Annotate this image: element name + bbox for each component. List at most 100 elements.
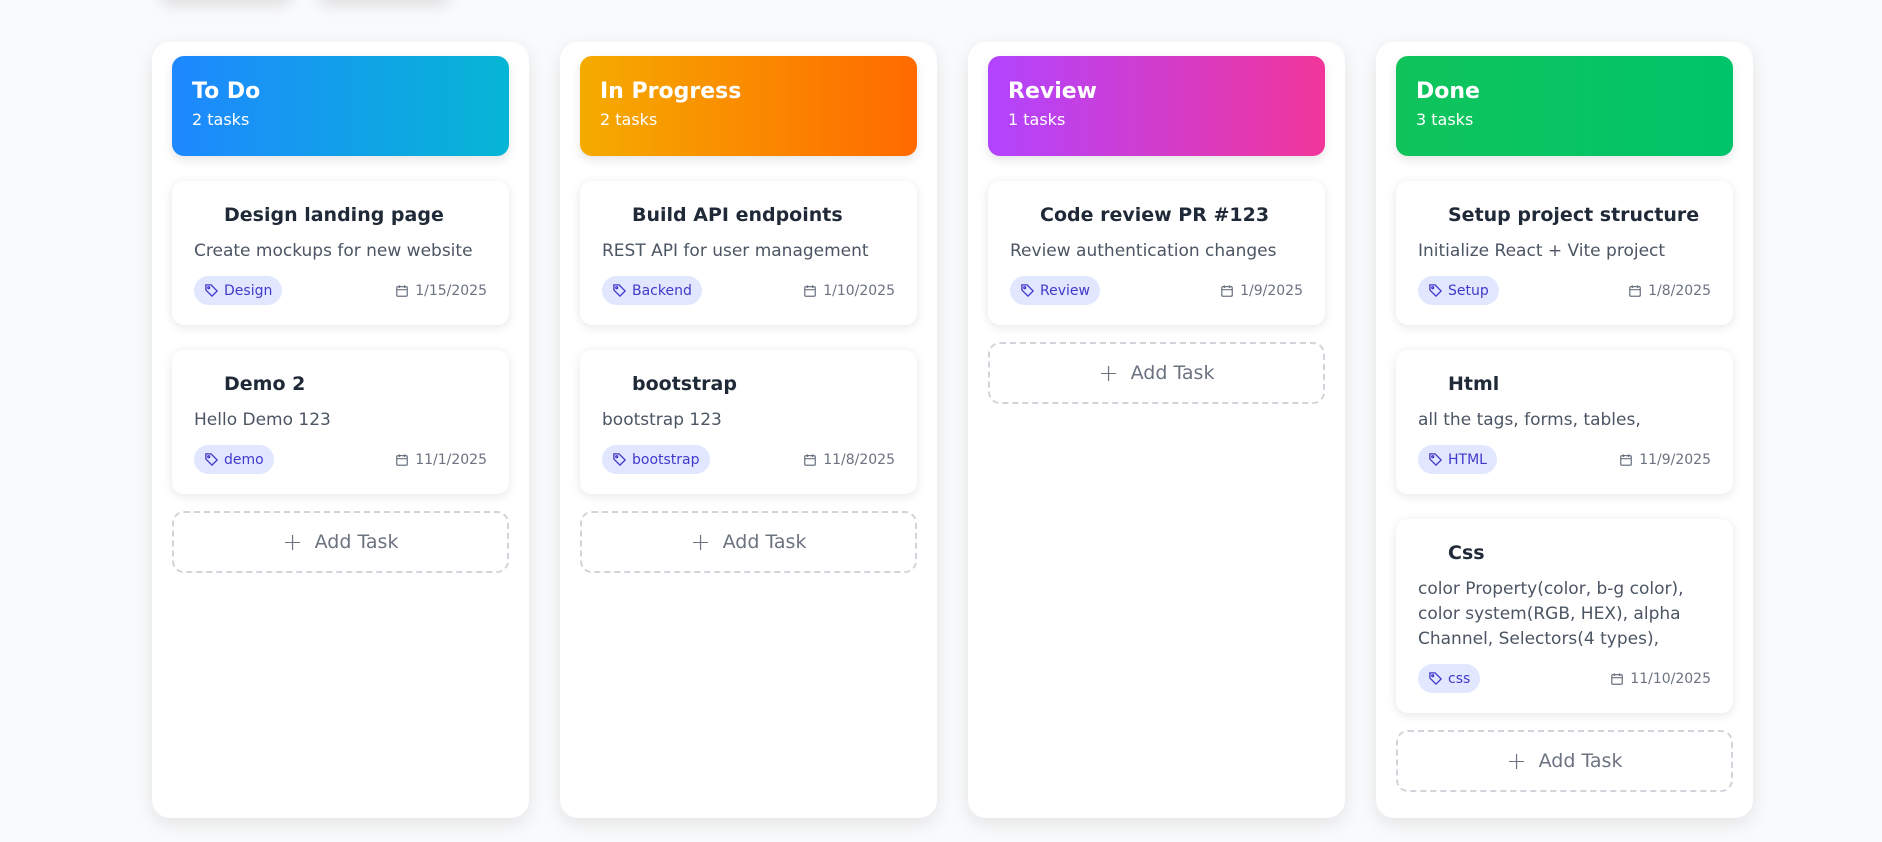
add-task-button[interactable]: + Add Task (1396, 730, 1733, 792)
task-title: bootstrap (632, 373, 737, 395)
tag-icon (1429, 672, 1443, 686)
task-card[interactable]: Build API endpoints REST API for user ma… (580, 181, 917, 325)
column-title: To Do (192, 79, 261, 104)
task-due-date: 11/9/2025 (1619, 452, 1711, 468)
calendar-icon (1611, 672, 1624, 685)
task-tag[interactable]: HTML (1418, 445, 1497, 474)
task-tag-label: css (1448, 670, 1471, 687)
task-date-label: 11/9/2025 (1639, 451, 1711, 468)
task-description: all the tags, forms, tables, (1418, 410, 1641, 430)
tag-icon (1429, 284, 1443, 298)
kanban-board: To Do 2 tasks Design landing page Create… (152, 42, 1753, 818)
task-due-date: 11/1/2025 (395, 452, 487, 468)
task-title: Html (1448, 373, 1500, 395)
task-description: Hello Demo 123 (194, 410, 331, 430)
add-task-label: Add Task (722, 531, 807, 553)
calendar-icon (1629, 284, 1641, 297)
task-description: Review authentication changes (1010, 241, 1277, 261)
calendar-icon (1620, 453, 1633, 466)
plus-icon: + (690, 528, 711, 556)
task-tag-label: Review (1040, 282, 1090, 299)
tag-icon (613, 284, 627, 298)
task-due-date: 1/15/2025 (395, 283, 487, 299)
task-title: Design landing page (224, 204, 444, 226)
task-tag-label: Design (224, 282, 273, 299)
task-description: Initialize React + Vite project (1418, 241, 1666, 261)
task-card[interactable]: Css color Property(color, b-g color), co… (1396, 519, 1733, 713)
calendar-icon (396, 284, 409, 297)
task-title: Code review PR #123 (1040, 204, 1270, 226)
column-header: In Progress 2 tasks (580, 56, 917, 156)
task-title: Build API endpoints (632, 204, 843, 226)
add-task-button[interactable]: + Add Task (988, 342, 1325, 404)
task-card[interactable]: Demo 2 Hello Demo 123 demo 11/1/2025 (172, 350, 509, 494)
tag-icon (613, 453, 627, 467)
column-title: Done (1416, 79, 1480, 104)
task-tag-label: demo (224, 451, 264, 468)
task-title: Css (1448, 542, 1485, 564)
task-tag-label: Setup (1448, 282, 1489, 299)
column-task-count: 2 tasks (192, 110, 250, 129)
column-task-count: 3 tasks (1416, 110, 1474, 129)
task-tag[interactable]: css (1418, 664, 1481, 693)
task-due-date: 1/9/2025 (1220, 283, 1303, 299)
column-task-count: 2 tasks (600, 110, 658, 129)
task-tag[interactable]: demo (194, 445, 274, 474)
calendar-icon (1221, 284, 1233, 297)
add-task-label: Add Task (1130, 362, 1215, 384)
add-task-label: Add Task (1538, 750, 1623, 772)
add-task-button[interactable]: + Add Task (172, 511, 509, 573)
column-title: Review (1008, 79, 1097, 104)
column-todo: To Do 2 tasks Design landing page Create… (152, 42, 529, 818)
tag-icon (205, 284, 219, 298)
column-header: Done 3 tasks (1396, 56, 1733, 156)
task-date-label: 1/8/2025 (1648, 282, 1711, 299)
task-tag[interactable]: Setup (1418, 276, 1499, 305)
calendar-icon (804, 453, 817, 466)
task-description: Create mockups for new website (194, 241, 473, 261)
task-card[interactable]: Design landing page Create mockups for n… (172, 181, 509, 325)
task-tag-label: bootstrap (632, 451, 700, 468)
task-due-date: 1/8/2025 (1628, 283, 1711, 299)
plus-icon: + (1506, 747, 1527, 775)
column-in-progress: In Progress 2 tasks Build API endpoints … (560, 42, 937, 818)
task-date-label: 11/10/2025 (1630, 670, 1711, 687)
task-date-label: 1/15/2025 (415, 282, 487, 299)
task-date-label: 11/8/2025 (823, 451, 895, 468)
calendar-icon (396, 453, 409, 466)
task-tag-label: Backend (632, 282, 692, 299)
task-due-date: 11/10/2025 (1610, 671, 1711, 687)
task-date-label: 1/9/2025 (1240, 282, 1303, 299)
add-task-button[interactable]: + Add Task (580, 511, 917, 573)
task-description: color Property(color, b-g color), color … (1418, 579, 1684, 649)
task-description: REST API for user management (602, 241, 869, 261)
task-description: bootstrap 123 (602, 410, 722, 430)
task-tag[interactable]: Review (1010, 276, 1100, 305)
kanban-page: To Do 2 tasks Design landing page Create… (0, 0, 1882, 842)
tag-icon (205, 453, 219, 467)
task-card[interactable]: Code review PR #123 Review authenticatio… (988, 181, 1325, 325)
column-title: In Progress (600, 79, 742, 104)
column-done: Done 3 tasks Setup project structure Ini… (1376, 42, 1753, 818)
tag-icon (1021, 284, 1035, 298)
task-tag[interactable]: bootstrap (602, 445, 710, 474)
plus-icon: + (282, 528, 303, 556)
task-card[interactable]: bootstrap bootstrap 123 bootstrap 11/8/2… (580, 350, 917, 494)
column-header: To Do 2 tasks (172, 56, 509, 156)
add-task-label: Add Task (314, 531, 399, 553)
task-date-label: 1/10/2025 (823, 282, 895, 299)
task-tag[interactable]: Design (194, 276, 283, 305)
task-due-date: 11/8/2025 (803, 452, 895, 468)
task-tag-label: HTML (1448, 451, 1487, 468)
task-date-label: 11/1/2025 (415, 451, 487, 468)
task-tag[interactable]: Backend (602, 276, 702, 305)
task-title: Setup project structure (1448, 204, 1700, 226)
task-card[interactable]: Html all the tags, forms, tables, HTML 1… (1396, 350, 1733, 494)
task-card[interactable]: Setup project structure Initialize React… (1396, 181, 1733, 325)
task-title: Demo 2 (224, 373, 306, 395)
column-review: Review 1 tasks Code review PR #123 Revie… (968, 42, 1345, 818)
column-task-count: 1 tasks (1008, 110, 1066, 129)
task-due-date: 1/10/2025 (803, 283, 895, 299)
column-header: Review 1 tasks (988, 56, 1325, 156)
calendar-icon (804, 284, 817, 297)
